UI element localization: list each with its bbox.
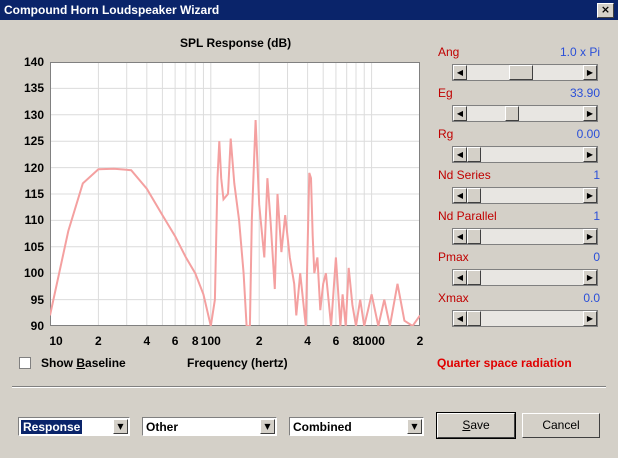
- parameter-slider[interactable]: ◀ ▶: [452, 310, 598, 327]
- slider-thumb[interactable]: [467, 270, 481, 285]
- title-bar: Compound Horn Loudspeaker Wizard ×: [0, 0, 618, 20]
- y-tick-label: 120: [23, 160, 44, 175]
- radiation-mode-text: Quarter space radiation: [437, 356, 572, 370]
- slider-value: 0.0: [583, 291, 600, 305]
- slider-thumb[interactable]: [467, 311, 481, 326]
- slider-label: Eg: [438, 86, 453, 100]
- arrow-right-icon[interactable]: ▶: [583, 311, 597, 326]
- slider-value: 0.00: [576, 127, 600, 141]
- spl-response-chart: [50, 62, 420, 326]
- arrow-left-icon[interactable]: ◀: [453, 229, 467, 244]
- y-tick-label: 110: [24, 213, 44, 228]
- y-tick-label: 95: [30, 292, 44, 307]
- window-title: Compound Horn Loudspeaker Wizard: [4, 3, 220, 17]
- y-tick-label: 140: [23, 55, 44, 69]
- x-tick-label: 6: [332, 334, 340, 348]
- slider-label: Pmax: [438, 250, 469, 264]
- arrow-right-icon[interactable]: ▶: [583, 270, 597, 285]
- category-select-value: Other: [146, 420, 179, 434]
- slider-thumb[interactable]: [467, 188, 481, 203]
- show-baseline-checkbox[interactable]: [19, 357, 31, 369]
- x-tick-label: 2: [416, 334, 424, 348]
- parameter-slider[interactable]: ◀ ▶: [452, 269, 598, 286]
- arrow-right-icon[interactable]: ▶: [583, 147, 597, 162]
- close-button[interactable]: ×: [597, 3, 614, 18]
- cancel-button[interactable]: Cancel: [522, 413, 600, 438]
- slider-value: 1.0 x Pi: [559, 45, 600, 59]
- arrow-right-icon[interactable]: ▶: [583, 188, 597, 203]
- save-button-label: Save: [462, 418, 490, 432]
- x-tick-label: 100: [200, 334, 221, 348]
- mode-select[interactable]: Combined ▼: [289, 417, 424, 436]
- y-tick-label: 125: [23, 134, 44, 149]
- slider-value: 33.90: [569, 86, 600, 100]
- chevron-down-icon[interactable]: ▼: [407, 419, 422, 434]
- show-baseline-label: Show Baseline: [41, 356, 126, 370]
- slider-label: Nd Parallel: [438, 209, 497, 223]
- x-tick-label: 2: [255, 334, 263, 348]
- slider-value: 1: [593, 209, 600, 223]
- chart-title: SPL Response (dB): [180, 36, 292, 50]
- arrow-left-icon[interactable]: ◀: [453, 65, 467, 80]
- save-button[interactable]: Save: [436, 412, 516, 439]
- slider-thumb[interactable]: [504, 106, 519, 121]
- slider-label: Xmax: [438, 291, 469, 305]
- x-tick-label: 6: [171, 334, 179, 348]
- x-tick-label: 4: [143, 334, 151, 348]
- x-tick-label: 8: [191, 334, 199, 348]
- category-select[interactable]: Other ▼: [142, 417, 277, 436]
- y-tick-label: 135: [23, 81, 44, 96]
- wizard-window: Compound Horn Loudspeaker Wizard × SPL R…: [0, 0, 618, 458]
- x-axis-label: Frequency (hertz): [187, 356, 288, 370]
- mode-select-value: Combined: [293, 420, 352, 434]
- parameter-slider[interactable]: ◀ ▶: [452, 64, 598, 81]
- slider-thumb[interactable]: [467, 147, 481, 162]
- y-tick-label: 100: [23, 266, 44, 281]
- arrow-left-icon[interactable]: ◀: [453, 188, 467, 203]
- x-tick-label: 1000: [358, 334, 385, 348]
- slider-value: 1: [593, 168, 600, 182]
- parameter-slider[interactable]: ◀ ▶: [452, 105, 598, 122]
- y-tick-label: 105: [23, 239, 44, 254]
- arrow-right-icon[interactable]: ▶: [583, 229, 597, 244]
- parameter-slider[interactable]: ◀ ▶: [452, 228, 598, 245]
- slider-value: 0: [593, 250, 600, 264]
- y-tick-label: 90: [30, 319, 44, 333]
- x-tick-label: 2: [95, 334, 102, 348]
- slider-label: Nd Series: [438, 168, 491, 182]
- slider-label: Rg: [438, 127, 454, 141]
- chevron-down-icon[interactable]: ▼: [113, 419, 128, 434]
- slider-thumb[interactable]: [467, 229, 481, 244]
- show-baseline-text: Show Baseline: [41, 356, 126, 370]
- parameter-slider[interactable]: ◀ ▶: [452, 146, 598, 163]
- arrow-right-icon[interactable]: ▶: [583, 65, 597, 80]
- separator-highlight: [12, 387, 606, 388]
- x-tick-label: 10: [49, 334, 63, 348]
- y-tick-label: 115: [24, 187, 44, 201]
- arrow-left-icon[interactable]: ◀: [453, 147, 467, 162]
- view-select-value: Response: [21, 420, 83, 434]
- parameter-slider[interactable]: ◀ ▶: [452, 187, 598, 204]
- chevron-down-icon[interactable]: ▼: [260, 419, 275, 434]
- arrow-left-icon[interactable]: ◀: [453, 270, 467, 285]
- arrow-right-icon[interactable]: ▶: [583, 106, 597, 121]
- arrow-left-icon[interactable]: ◀: [453, 106, 467, 121]
- x-tick-label: 4: [304, 334, 311, 348]
- arrow-left-icon[interactable]: ◀: [453, 311, 467, 326]
- slider-label: Ang: [438, 45, 460, 59]
- y-tick-label: 130: [23, 107, 44, 122]
- slider-thumb[interactable]: [509, 65, 534, 80]
- view-select[interactable]: Response ▼: [18, 417, 130, 436]
